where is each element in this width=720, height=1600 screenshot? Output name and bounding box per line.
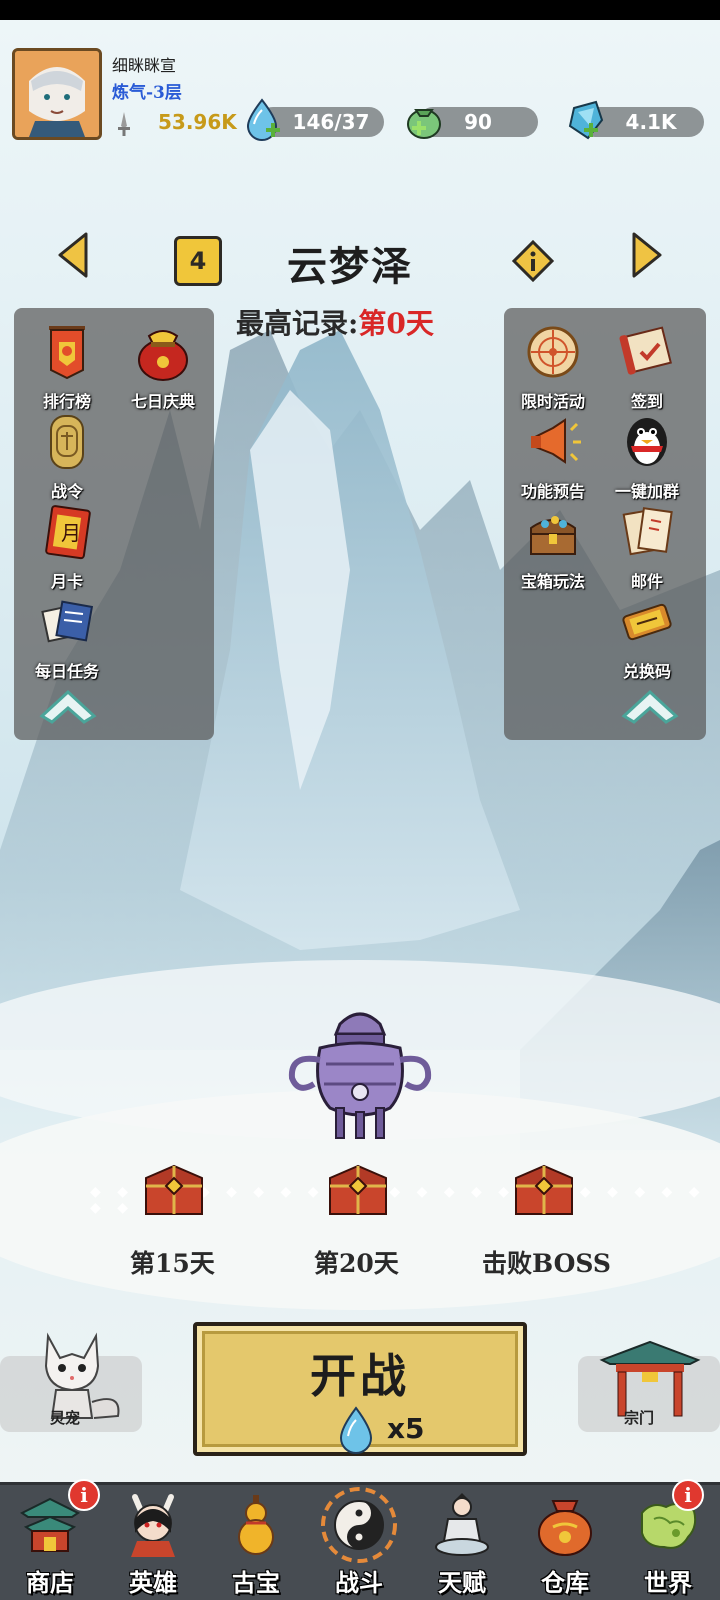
nav-battle[interactable]: 战斗 [309, 1485, 409, 1600]
feature-redeem-code[interactable]: 兑换码 [602, 592, 692, 682]
yin-yang-icon [321, 1487, 397, 1563]
player-level: 炼气-3层 [112, 83, 182, 103]
feature-preview[interactable]: 功能预告 [508, 412, 598, 502]
crystal-gem-plus-icon[interactable] [566, 98, 606, 142]
feature-monthly-card[interactable]: 月 月卡 [22, 502, 112, 592]
nav-hero-label: 英雄 [129, 1568, 177, 1597]
nav-treasure[interactable]: 古宝 [206, 1485, 306, 1600]
feature-battle-pass[interactable]: 战令 [22, 412, 112, 502]
feature-join-group-label: 一键加群 [614, 482, 679, 501]
best-record-value: 第0天 [358, 307, 434, 340]
feature-ranking-label: 排行榜 [42, 392, 91, 411]
feature-battle-pass-label: 战令 [50, 482, 83, 501]
feature-seven-day[interactable]: 七日庆典 [118, 322, 208, 412]
purple-cauldron-icon [288, 1012, 432, 1139]
feature-mail[interactable]: 邮件 [602, 502, 692, 592]
sect-button[interactable]: 宗门 [578, 1340, 720, 1432]
feature-limited-event[interactable]: 限时活动 [508, 322, 598, 412]
feature-ranking[interactable]: 排行榜 [22, 322, 112, 412]
stamina-value: 146/37 [292, 110, 370, 134]
penguin-group-icon [627, 418, 667, 466]
sword-power-icon [118, 112, 130, 136]
start-battle-title: 开战 [310, 1349, 410, 1403]
feature-mail-label: 邮件 [630, 572, 663, 591]
best-record-label: 最高记录: [236, 307, 359, 340]
nav-talent-label: 天赋 [438, 1568, 486, 1597]
water-drop-cost-icon [339, 1406, 373, 1454]
daily-task-book-icon [41, 600, 94, 643]
nav-world-badge: i [672, 1479, 704, 1511]
storage-sack-icon [538, 1500, 592, 1556]
nav-warehouse[interactable]: 仓库 [515, 1485, 615, 1600]
water-drop-plus-icon[interactable] [244, 98, 284, 142]
scroll-checkin-icon [619, 326, 672, 375]
collapse-right-panel-icon[interactable] [620, 686, 680, 726]
horn-preview-icon [531, 418, 581, 464]
start-battle-button[interactable]: 开战 x5 [193, 1322, 527, 1456]
feature-daily-task-label: 每日任务 [34, 662, 99, 681]
next-stage-arrow-icon[interactable] [632, 232, 662, 278]
nav-treasure-label: 古宝 [232, 1568, 280, 1597]
lucky-bag-icon [138, 330, 188, 381]
prev-stage-arrow-icon[interactable] [58, 232, 88, 278]
bottom-navigation: 商店 i 英雄 古宝 战斗 天赋 仓库 世界 i [0, 1479, 720, 1600]
jade-value: 90 [464, 110, 492, 134]
stage-number-badge: 4 [174, 236, 222, 286]
feature-daily-task[interactable]: 每日任务 [22, 592, 112, 682]
stage-info-diamond-icon[interactable] [512, 240, 554, 282]
combat-power-value: 53.96K [158, 110, 237, 134]
nav-talent[interactable]: 天赋 [412, 1485, 512, 1600]
nav-battle-label: 战斗 [335, 1568, 383, 1597]
nav-world-label: 世界 [644, 1568, 692, 1597]
ticket-code-icon [622, 603, 672, 641]
player-avatar[interactable] [12, 48, 102, 140]
nav-shop[interactable]: 商店 i [0, 1479, 100, 1600]
golden-gourd-icon [238, 1495, 274, 1555]
hero-portrait-icon [131, 1494, 175, 1557]
collapse-left-panel-icon[interactable] [38, 686, 98, 726]
feature-checkin-label: 签到 [630, 392, 663, 411]
nav-shop-badge: i [68, 1479, 100, 1511]
milestone-chest-icon[interactable] [512, 1160, 576, 1218]
stage-name: 云梦泽 [287, 243, 413, 290]
nav-warehouse-label: 仓库 [541, 1568, 589, 1597]
milestone-label: 第20天 [314, 1249, 399, 1278]
mail-letters-icon [622, 507, 673, 556]
feature-chest-play-label: 宝箱玩法 [520, 572, 585, 591]
right-feature-panel: 限时活动 签到 功能预告 一键加群 宝箱玩法 邮件 兑换码 [504, 308, 706, 740]
best-record: 最高记录:第0天 [236, 302, 434, 342]
spirit-pet-button[interactable]: 灵宠 [0, 1332, 142, 1432]
jade-pouch-plus-icon[interactable] [404, 98, 444, 142]
feature-chest-play[interactable]: 宝箱玩法 [508, 502, 598, 592]
treasure-chest-icon [530, 516, 576, 555]
milestone-chest-icon[interactable] [142, 1160, 206, 1218]
left-feature-panel: 排行榜 七日庆典 战令 月 月卡 每日任务 [14, 308, 214, 740]
spirit-pet-label: 灵宠 [50, 1409, 81, 1427]
feature-monthly-card-label: 月卡 [50, 572, 83, 591]
feature-limited-event-label: 限时活动 [520, 392, 585, 411]
svg-text:月: 月 [61, 521, 81, 545]
status-bar [0, 0, 720, 20]
milestone-label: 第15天 [130, 1249, 215, 1278]
feature-checkin[interactable]: 签到 [602, 322, 692, 412]
feature-join-group[interactable]: 一键加群 [602, 412, 692, 502]
ranking-banner-icon [49, 326, 85, 380]
feature-seven-day-label: 七日庆典 [130, 392, 195, 411]
monthly-card-icon: 月 [45, 505, 91, 560]
milestone-label: 击败BOSS [482, 1249, 611, 1278]
battle-pass-token-icon [50, 415, 84, 469]
crystal-value: 4.1K [625, 110, 677, 134]
meditating-monk-icon [435, 1493, 489, 1556]
milestone-chest-icon[interactable] [326, 1160, 390, 1218]
sect-label: 宗门 [624, 1409, 655, 1427]
nav-hero[interactable]: 英雄 [103, 1485, 203, 1600]
start-battle-cost: x5 [387, 1412, 425, 1445]
feature-preview-label: 功能预告 [520, 482, 585, 501]
player-name: 细眯眯宣 [112, 56, 177, 75]
compass-event-icon [527, 326, 579, 378]
nav-shop-label: 商店 [26, 1568, 74, 1597]
feature-redeem-code-label: 兑换码 [622, 662, 671, 681]
nav-world[interactable]: 世界 i [618, 1479, 718, 1600]
